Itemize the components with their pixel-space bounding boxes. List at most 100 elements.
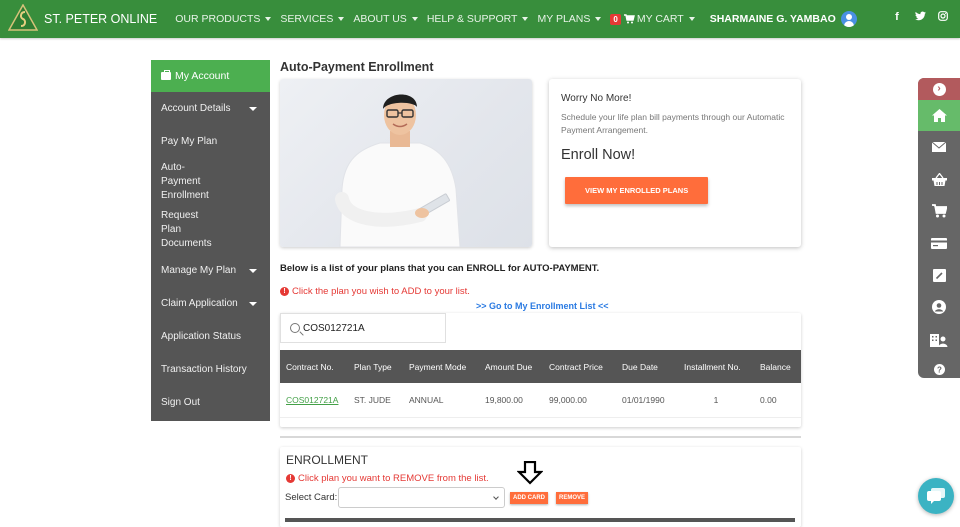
add-hint: ! Click the plan you wish to ADD to your… [280,286,470,297]
plans-table: Contract No. Plan Type Payment Mode Amou… [280,350,801,418]
col-due-date: Due Date [622,361,658,372]
svg-text:?: ? [937,365,942,374]
remove-button[interactable]: REMOVE [556,492,589,504]
nav-label: MY PLANS [537,13,591,25]
sidebar-item-label: Transaction History [161,363,247,375]
nav-label: ABOUT US [353,13,407,25]
user-name[interactable]: SHARMAINE G. YAMBAO [710,13,836,25]
hero-image [280,79,532,247]
table-row[interactable]: COS012721A ST. JUDE ANNUAL 19,800.00 99,… [280,383,801,418]
social-links: f [892,11,948,24]
remove-hint-text: Click plan you want to REMOVE from the l… [298,473,489,484]
basket-icon [931,172,947,186]
cart-icon [623,14,635,24]
user-circle-icon [932,300,946,314]
col-contract-price: Contract Price [549,361,603,372]
twitter-icon[interactable] [915,11,926,24]
view-enrolled-plans-button[interactable]: VIEW MY ENROLLED PLANS [565,177,709,204]
sidebar-item-account-details[interactable]: Account Details [151,92,270,125]
sidebar-header-label: My Account [175,70,230,82]
top-navbar: ST. PETER ONLINE OUR PRODUCTS SERVICES A… [0,0,960,38]
nav-about-us[interactable]: ABOUT US [353,13,418,25]
nav-my-cart[interactable]: 0 MY CART [610,13,695,25]
quick-access-toolbar: › ? [918,78,960,378]
nav-our-products[interactable]: OUR PRODUCTS [175,13,272,25]
toolbar-help[interactable]: ? [918,355,960,378]
sidebar-item-claim-application[interactable]: Claim Application [151,287,270,320]
chevron-right-icon: › [932,82,946,96]
question-icon: ? [933,363,945,375]
brand[interactable]: ST. PETER ONLINE [7,3,157,34]
col-plan-type: Plan Type [354,361,392,372]
page-title: Auto-Payment Enrollment [280,60,434,74]
cell-plan-type: ST. JUDE [348,383,403,418]
cart-icon [931,204,947,218]
instagram-icon[interactable] [938,11,948,24]
cell-balance: 0.00 [754,383,801,418]
sidebar-item-label: Application Status [161,330,242,342]
edit-icon [932,268,946,282]
enrollment-card: ENROLLMENT ! Click plan you want to REMO… [280,447,801,527]
sidebar-item-transaction-history[interactable]: Transaction History [151,353,270,386]
sidebar-item-application-status[interactable]: Application Status [151,320,270,353]
user-avatar-icon[interactable] [840,11,857,27]
promo-cta-heading: Enroll Now! [561,147,636,163]
toolbar-profile[interactable] [918,291,960,323]
card-select[interactable] [338,487,505,508]
info-icon: ! [280,287,289,296]
sidebar-item-auto-payment-enrollment[interactable]: Auto-Payment Enrollment [151,158,231,206]
envelope-icon [932,142,946,152]
arrow-down-icon [517,461,543,485]
facebook-icon[interactable]: f [892,11,902,24]
add-hint-text: Click the plan you wish to ADD to your l… [292,286,470,297]
chat-button[interactable] [918,478,954,514]
toolbar-branches[interactable] [918,323,960,355]
add-card-button[interactable]: ADD CARD [510,492,548,504]
sidebar-item-label: Pay My Plan [161,135,218,147]
go-to-enrollment-list-link[interactable]: >> Go to My Enrollment List << [476,301,609,311]
nav-my-plans[interactable]: MY PLANS [537,13,602,25]
select-card-label: Select Card: [285,492,338,503]
sidebar-header-my-account[interactable]: My Account [151,60,270,92]
remove-hint: ! Click plan you want to REMOVE from the… [286,473,489,484]
sidebar-item-sign-out[interactable]: Sign Out [151,386,270,419]
sidebar-item-label: Request Plan Documents [161,210,212,249]
sidebar-item-label: Auto-Payment Enrollment [161,162,209,201]
contract-link[interactable]: COS012721A [286,395,338,405]
building-user-icon [930,333,948,347]
contract-search-input[interactable] [303,322,423,334]
col-amount-due: Amount Due [485,361,533,372]
section-divider [280,436,801,438]
sidebar-item-request-plan-documents[interactable]: Request Plan Documents [151,206,231,254]
sidebar-item-manage-my-plan[interactable]: Manage My Plan [151,254,270,287]
sidebar-item-label: Sign Out [161,396,200,408]
table-header-row: Contract No. Plan Type Payment Mode Amou… [280,350,801,383]
briefcase-icon [161,70,171,80]
col-payment-mode: Payment Mode [409,361,467,372]
cell-payment-mode: ANNUAL [403,383,479,418]
toolbar-toggle[interactable]: › [918,78,960,100]
cell-contract-no[interactable]: COS012721A [280,383,348,418]
toolbar-cart[interactable] [918,195,960,227]
cell-installment-no: 1 [678,383,754,418]
toolbar-edit[interactable] [918,259,960,291]
cell-due-date: 01/01/1990 [616,383,678,418]
logo-icon [7,3,39,34]
sidebar-item-pay-my-plan[interactable]: Pay My Plan [151,125,270,158]
nav-services[interactable]: SERVICES [280,13,345,25]
promo-card: Worry No More! Schedule your life plan b… [549,79,801,247]
toolbar-home[interactable] [918,100,960,131]
toolbar-messages[interactable] [918,131,960,163]
info-icon: ! [286,474,295,483]
col-balance: Balance [760,361,791,372]
toolbar-basket[interactable] [918,163,960,195]
contract-search[interactable] [280,313,446,343]
credit-card-icon [931,237,947,249]
promo-text: Schedule your life plan bill payments th… [561,112,785,135]
promo-heading: Worry No More! [561,93,632,104]
caret-down-icon [411,17,418,21]
cart-count-badge: 0 [610,13,621,25]
toolbar-payment[interactable] [918,227,960,259]
caret-down-icon [688,17,695,21]
nav-help-support[interactable]: HELP & SUPPORT [427,13,529,25]
